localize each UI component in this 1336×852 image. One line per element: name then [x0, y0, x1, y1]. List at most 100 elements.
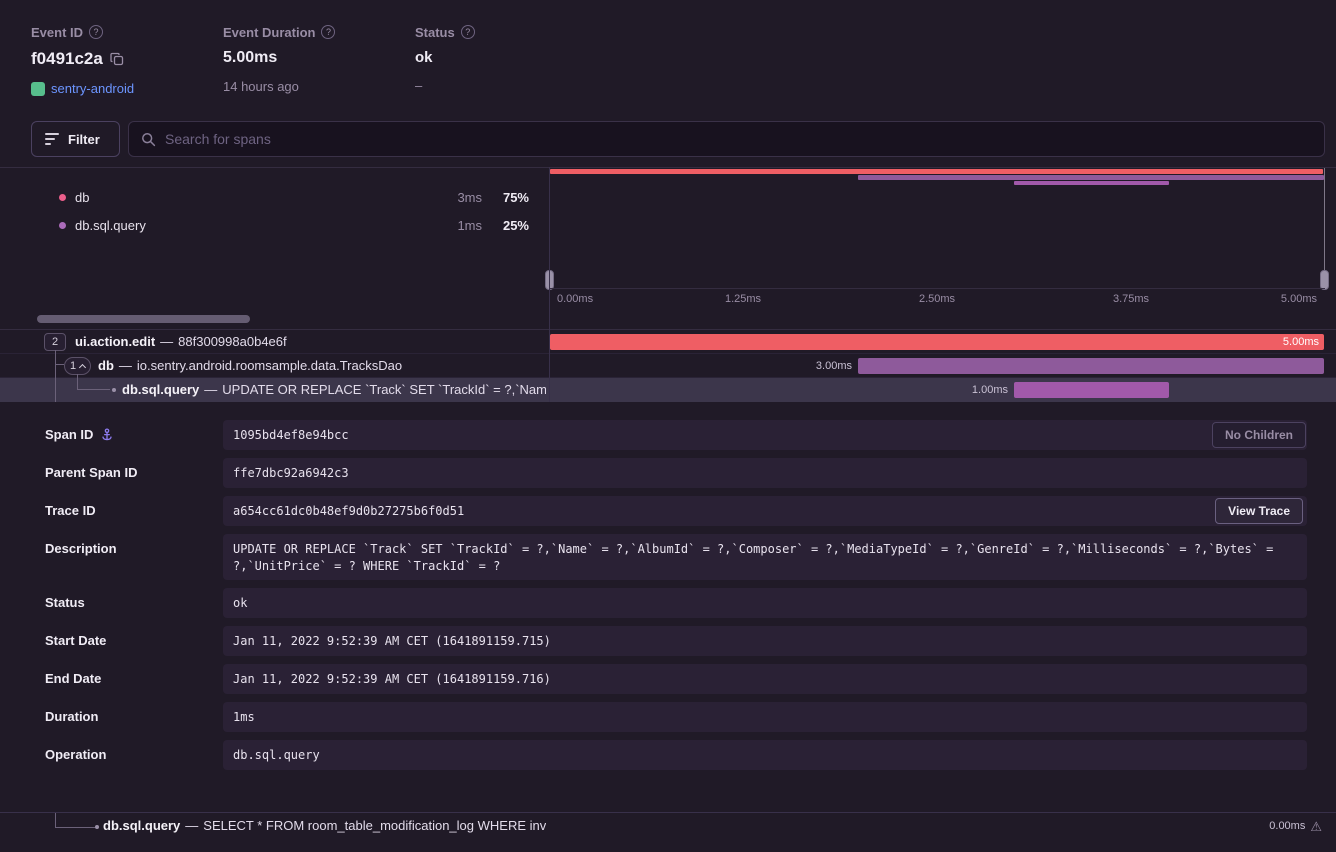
- badge-count: 1: [70, 360, 76, 372]
- status-value-box: ok: [223, 588, 1307, 618]
- tree-duration-divider[interactable]: [549, 167, 550, 402]
- span-children-badge[interactable]: 1: [64, 357, 91, 375]
- separator: —: [185, 818, 198, 833]
- span-duration-bar[interactable]: [858, 358, 1324, 374]
- legend-op-name: db: [75, 190, 422, 205]
- chevron-up-icon: [79, 363, 86, 370]
- start-date-value: Jan 11, 2022 9:52:39 AM CET (1641891159.…: [223, 626, 1307, 656]
- detail-row-operation: Operation db.sql.query: [0, 740, 1336, 770]
- duration-value: 1ms: [223, 702, 1307, 732]
- detail-row-end-date: End Date Jan 11, 2022 9:52:39 AM CET (16…: [0, 664, 1336, 694]
- legend-op-duration: 1ms: [422, 218, 482, 233]
- legend-row: db.sql.query 1ms 25%: [31, 211, 529, 239]
- detail-label-text: Start Date: [45, 633, 106, 648]
- detail-label: Start Date: [45, 633, 106, 648]
- search-box[interactable]: [128, 121, 1325, 157]
- minimap-span-bar: [858, 175, 1324, 180]
- span-row-label: db—io.sentry.android.roomsample.data.Tra…: [98, 354, 546, 378]
- help-icon[interactable]: ?: [321, 25, 335, 39]
- event-id-value: f0491c2a: [31, 49, 103, 69]
- span-duration-text: 3.00ms: [792, 354, 852, 378]
- tree-connector: [77, 374, 78, 389]
- tree-connector: [55, 813, 56, 827]
- anchor-icon[interactable]: [100, 428, 114, 442]
- separator: —: [204, 382, 217, 397]
- search-input[interactable]: [165, 131, 1312, 147]
- detail-row-status: Status ok: [0, 588, 1336, 618]
- legend-op-duration: 3ms: [422, 190, 482, 205]
- detail-label-text: Duration: [45, 709, 98, 724]
- span-row[interactable]: 2 ui.action.edit—88f300998a0b4e6f 5.00ms: [0, 330, 1336, 354]
- detail-label: Description: [45, 541, 117, 556]
- span-row-label: db.sql.query—UPDATE OR REPLACE `Track` S…: [122, 378, 546, 402]
- event-id-label: Event ID: [31, 25, 83, 40]
- status-value: ok: [415, 49, 433, 66]
- horizontal-scrollbar[interactable]: [37, 315, 250, 323]
- parent-span-id-value: ffe7dbc92a6942c3: [223, 458, 1307, 488]
- span-row[interactable]: 1 db—io.sentry.android.roomsample.data.T…: [0, 354, 1336, 378]
- project-platform-icon: [31, 82, 45, 96]
- detail-row-description: Description UPDATE OR REPLACE `Track` SE…: [0, 534, 1336, 580]
- tree-connector: [77, 389, 110, 390]
- scrollbar-row: [0, 308, 1336, 330]
- span-duration-bar[interactable]: 5.00ms: [550, 334, 1324, 350]
- operation-value: db.sql.query: [223, 740, 1307, 770]
- legend-op-percent: 75%: [482, 190, 529, 205]
- axis-tick: 2.50ms: [919, 293, 955, 305]
- detail-label-text: End Date: [45, 671, 101, 686]
- time-axis: 0.00ms 1.25ms 2.50ms 3.75ms 5.00ms: [549, 288, 1325, 308]
- detail-label: Trace ID: [45, 503, 96, 518]
- detail-label-text: Status: [45, 595, 85, 610]
- leaf-dot: [112, 388, 116, 392]
- span-op: db.sql.query: [103, 818, 180, 833]
- tree-connector: [55, 350, 56, 402]
- no-children-button[interactable]: No Children: [1212, 422, 1306, 448]
- span-op: db: [98, 358, 114, 373]
- leaf-dot: [95, 825, 99, 829]
- sentry-span-detail-view: Event ID ? f0491c2a sentry-android Event…: [0, 0, 1336, 852]
- detail-row-span-id: Span ID 1095bd4ef8e94bcc No Children: [0, 420, 1336, 450]
- detail-label-text: Trace ID: [45, 503, 96, 518]
- tree-connector: [55, 827, 95, 828]
- axis-tick: 1.25ms: [725, 293, 761, 305]
- copy-icon[interactable]: [110, 52, 124, 66]
- filter-button[interactable]: Filter: [31, 121, 120, 157]
- span-duration-text: 0.00ms: [1269, 820, 1305, 832]
- status-sub: –: [415, 78, 422, 93]
- span-row-label: ui.action.edit—88f300998a0b4e6f: [75, 330, 545, 354]
- ops-breakdown-legend: db 3ms 75% db.sql.query 1ms 25%: [31, 183, 529, 239]
- detail-label: Parent Span ID: [45, 465, 137, 480]
- span-op: db.sql.query: [122, 382, 199, 397]
- span-op: ui.action.edit: [75, 334, 155, 349]
- span-children-badge[interactable]: 2: [44, 333, 66, 351]
- axis-tick: 3.75ms: [1113, 293, 1149, 305]
- detail-label-text: Parent Span ID: [45, 465, 137, 480]
- project-link[interactable]: sentry-android: [51, 81, 134, 96]
- detail-label-text: Span ID: [45, 427, 93, 442]
- span-duration-bar[interactable]: [1014, 382, 1169, 398]
- legend-row: db 3ms 75%: [31, 183, 529, 211]
- filter-icon: [45, 133, 59, 145]
- minimap-drag-handle-right[interactable]: [1320, 270, 1329, 290]
- span-description: SELECT * FROM room_table_modification_lo…: [203, 818, 546, 833]
- trace-id-value: a654cc61dc0b48ef9d0b27275b6f0d51: [223, 496, 1307, 526]
- event-id-column: Event ID ? f0491c2a sentry-android: [31, 24, 134, 96]
- spans-minimap[interactable]: 0.00ms 1.25ms 2.50ms 3.75ms 5.00ms: [549, 168, 1325, 308]
- status-column: Status ? ok –: [415, 24, 475, 93]
- span-duration-text: 1.00ms: [948, 378, 1008, 402]
- warning-icon[interactable]: ⚠: [1310, 820, 1322, 833]
- span-row-selected[interactable]: db.sql.query—UPDATE OR REPLACE `Track` S…: [0, 378, 1336, 402]
- filter-label: Filter: [68, 132, 100, 147]
- span-row-bottom[interactable]: db.sql.query — SELECT * FROM room_table_mo…: [0, 812, 1336, 838]
- detail-label: Span ID: [45, 427, 114, 442]
- view-trace-button[interactable]: View Trace: [1215, 498, 1303, 524]
- detail-label: End Date: [45, 671, 101, 686]
- search-icon: [141, 132, 156, 147]
- legend-dot: [59, 222, 66, 229]
- minimap-span-bar: [1014, 181, 1169, 185]
- detail-row-start-date: Start Date Jan 11, 2022 9:52:39 AM CET (…: [0, 626, 1336, 656]
- help-icon[interactable]: ?: [461, 25, 475, 39]
- description-value: UPDATE OR REPLACE `Track` SET `TrackId` …: [223, 534, 1307, 580]
- legend-dot: [59, 194, 66, 201]
- help-icon[interactable]: ?: [89, 25, 103, 39]
